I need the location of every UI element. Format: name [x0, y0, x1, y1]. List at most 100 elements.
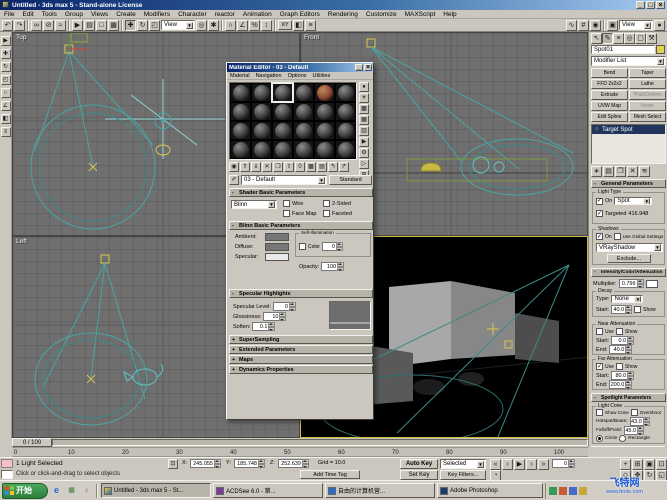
material-type-button[interactable]: Standard	[329, 175, 372, 185]
menu-character[interactable]: Character	[174, 11, 211, 18]
specular-level-field[interactable]: 0	[273, 302, 296, 311]
use-global-checkbox[interactable]	[614, 233, 621, 240]
multiplier-field[interactable]: 0.796	[619, 279, 644, 288]
left-rotate-icon[interactable]: ↻	[1, 62, 11, 72]
unlink-selection-icon[interactable]: ⊘	[43, 20, 54, 31]
spinner-arrows[interactable]	[568, 459, 575, 468]
x-coordinate-field[interactable]: 245.055	[190, 459, 221, 468]
material-slot[interactable]	[314, 121, 335, 140]
menu-customize[interactable]: Customize	[362, 11, 401, 18]
menu-utilities[interactable]: Utilities	[310, 73, 334, 79]
menu-graph-editors[interactable]: Graph Editors	[276, 11, 324, 18]
spinner-arrows[interactable]	[279, 312, 286, 321]
material-slot[interactable]	[335, 83, 356, 102]
reset-material-icon[interactable]: ✕	[262, 162, 272, 172]
circle-radio[interactable]	[596, 435, 603, 442]
light-color-swatch[interactable]	[646, 280, 658, 288]
modifier-stack[interactable]: ○ Target Spot	[591, 124, 666, 164]
time-slider[interactable]: 0 / 100	[12, 438, 588, 447]
maximize-button[interactable]: □	[646, 1, 655, 9]
play-icon[interactable]: ▶	[514, 459, 525, 470]
modifier-button[interactable]: *PathDeform	[629, 90, 666, 100]
exclude-button[interactable]: Exclude...	[607, 254, 651, 263]
material-slot[interactable]	[251, 83, 272, 102]
configure-button-sets-icon[interactable]: ≋	[639, 166, 650, 177]
show-cone-checkbox[interactable]	[596, 409, 603, 416]
tab-modify-icon[interactable]: ✎	[602, 33, 613, 44]
make-unique-icon[interactable]: ❐	[615, 166, 626, 177]
put-to-scene-icon[interactable]: ⇑	[240, 162, 250, 172]
schematic-view-icon[interactable]: #	[578, 20, 589, 31]
near-use-checkbox[interactable]	[596, 328, 603, 335]
start-button[interactable]: 开始	[2, 483, 48, 499]
targeted-checkbox[interactable]	[596, 210, 603, 217]
material-slot[interactable]	[272, 102, 293, 121]
tray-icon[interactable]	[579, 487, 587, 495]
select-and-manipulate-icon[interactable]: ✱	[208, 20, 219, 31]
select-and-scale-icon[interactable]: ◰	[149, 20, 160, 31]
far-show-checkbox[interactable]	[616, 363, 623, 370]
material-slot[interactable]	[335, 121, 356, 140]
remove-modifier-icon[interactable]: ✕	[627, 166, 638, 177]
task-3dsmax[interactable]: Untitled - 3ds max 5 - St...	[101, 483, 211, 498]
material-slot[interactable]	[251, 140, 272, 159]
select-by-name-icon[interactable]: ▤	[84, 20, 95, 31]
material-slot[interactable]	[293, 140, 314, 159]
undo-icon[interactable]: ↶	[2, 20, 13, 31]
track-bar[interactable]: 0 10 20 30 40 50 60 70 80 90 100	[12, 447, 588, 457]
near-start-field[interactable]: 0.0	[611, 336, 634, 345]
zoom-icon[interactable]: +	[620, 459, 631, 470]
left-align-icon[interactable]: ≡	[1, 127, 11, 137]
tab-motion-icon[interactable]: ◎	[624, 33, 635, 44]
menu-animation[interactable]: Animation	[239, 11, 276, 18]
spinner-arrows[interactable]	[258, 459, 265, 468]
selection-region-icon[interactable]: □	[96, 20, 107, 31]
effects-channel-icon[interactable]: 0	[295, 162, 305, 172]
menu-help[interactable]: Help	[439, 11, 460, 18]
object-name-field[interactable]: Spot01	[591, 45, 655, 54]
zoom-all-icon[interactable]: ⊞	[632, 459, 643, 470]
far-end-field[interactable]: 200.0	[609, 380, 632, 389]
rollout-advanced-effects[interactable]: +Advanced Effects	[591, 446, 666, 447]
rollout-general-parameters[interactable]: -General Parameters	[591, 179, 666, 188]
reference-coordinate-dropdown[interactable]: View▼	[161, 20, 195, 30]
tray-icon[interactable]	[559, 487, 567, 495]
viewport-top-label[interactable]: Top	[16, 34, 26, 41]
spinner-arrows[interactable]	[625, 345, 632, 354]
pick-material-eyedropper-icon[interactable]: ✐	[229, 175, 239, 185]
spinner-arrows[interactable]	[289, 302, 296, 311]
glossiness-field[interactable]: 10	[263, 312, 286, 321]
material-slot[interactable]	[314, 102, 335, 121]
render-type-dropdown[interactable]: View▼	[619, 20, 653, 30]
menu-modifiers[interactable]: Modifiers	[140, 11, 174, 18]
rollout-specular-highlights[interactable]: -Specular Highlights	[229, 289, 373, 298]
title-bar[interactable]: Untitled - 3ds max 5 - Stand-alone Licen…	[0, 0, 667, 10]
material-slot[interactable]	[335, 140, 356, 159]
make-preview-icon[interactable]: ▶	[359, 137, 369, 147]
put-to-library-icon[interactable]: ⇧	[284, 162, 294, 172]
rectangle-radio[interactable]	[619, 435, 626, 442]
faceted-checkbox[interactable]	[323, 210, 330, 217]
spinner-arrows[interactable]	[643, 417, 650, 426]
tab-display-icon[interactable]: ▢	[635, 33, 646, 44]
rollout-supersampling[interactable]: +SuperSampling	[229, 335, 373, 344]
selection-lock-icon[interactable]: ⊡	[168, 459, 178, 469]
shader-type-dropdown[interactable]: Blinn▼	[231, 200, 277, 209]
time-slider-handle[interactable]: 0 / 100	[12, 438, 52, 447]
menu-reactor[interactable]: reactor	[211, 11, 239, 18]
spinner-arrows[interactable]	[302, 459, 309, 468]
window-crossing-icon[interactable]: ▦	[108, 20, 119, 31]
menu-maxscript[interactable]: MAXScript	[401, 11, 440, 18]
tab-create-icon[interactable]: ↖	[591, 33, 602, 44]
rollout-shader-basic[interactable]: -Shader Basic Parameters	[229, 188, 373, 197]
near-show-checkbox[interactable]	[616, 328, 623, 335]
falloff-field[interactable]: 45.0	[624, 426, 644, 435]
decay-start-field[interactable]: 40.0	[611, 305, 632, 314]
shadow-plugin-dropdown[interactable]: VRayShadow▼	[596, 243, 663, 252]
maxscript-listener-input[interactable]	[1, 470, 13, 479]
quick-launch-browser-icon[interactable]: e	[50, 484, 63, 497]
menu-options[interactable]: Options	[285, 73, 310, 79]
material-slot-active[interactable]	[272, 83, 293, 102]
menu-create[interactable]: Create	[112, 11, 140, 18]
material-slot[interactable]	[251, 121, 272, 140]
